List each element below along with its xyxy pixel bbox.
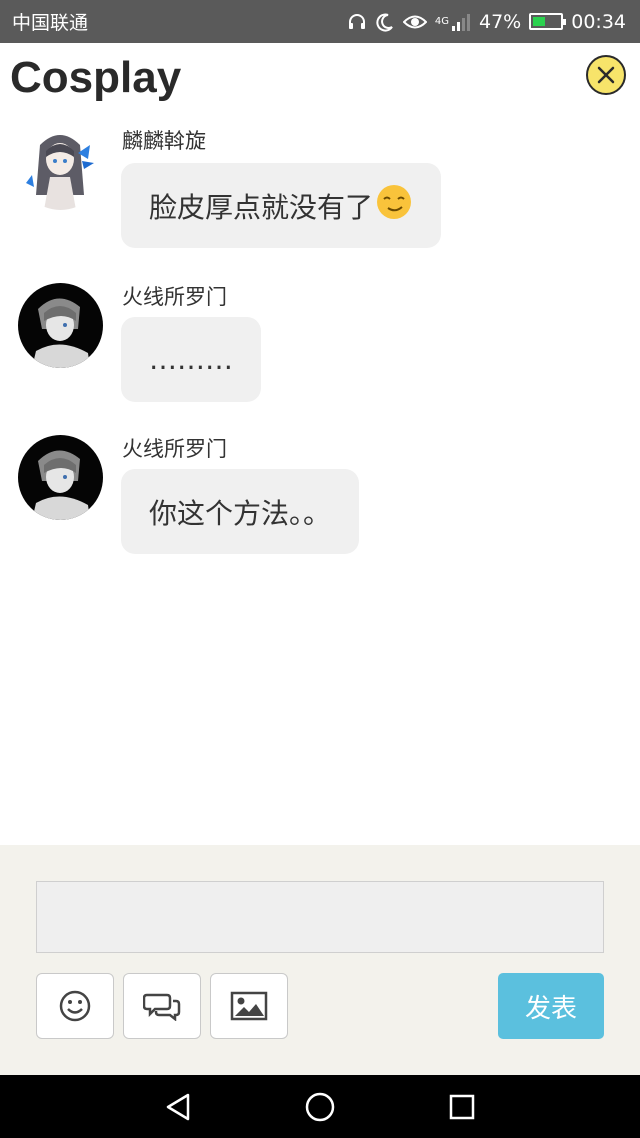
sender-name: 麟麟斡旋 xyxy=(122,129,206,153)
back-button[interactable] xyxy=(162,1091,194,1123)
message-text: ……… xyxy=(149,343,233,376)
message-text: 脸皮厚点就没有了 xyxy=(149,190,374,224)
recents-icon xyxy=(449,1094,475,1120)
header: Cosplay xyxy=(0,43,640,115)
sender-name: 火线所罗门 xyxy=(122,285,227,309)
message-bubble: 脸皮厚点就没有了 xyxy=(121,163,442,248)
battery-percent: 47% xyxy=(479,10,522,33)
headphones-icon xyxy=(347,10,367,34)
back-icon xyxy=(166,1093,190,1121)
smiley-icon xyxy=(59,990,91,1022)
status-bar: 中国联通 4G 47% 00:34 xyxy=(0,0,640,43)
network-type: 4G xyxy=(434,15,449,27)
signal-icon: 4G xyxy=(435,10,471,34)
page-title: Cosplay xyxy=(10,53,182,102)
composer: 发表 xyxy=(0,845,640,1075)
message-bubble: 你这个方法。。 xyxy=(121,469,360,554)
close-button[interactable] xyxy=(586,55,626,95)
home-icon xyxy=(305,1092,335,1122)
smirk-emoji xyxy=(375,183,413,228)
message-item: 火线所罗门 ……… xyxy=(0,267,640,419)
nav-bar xyxy=(0,1075,640,1138)
image-button[interactable] xyxy=(210,973,288,1039)
message-item: 火线所罗门 你这个方法。。 xyxy=(0,419,640,571)
status-icons: 4G 47% 00:34 xyxy=(347,10,626,34)
close-icon xyxy=(597,66,615,84)
chat-button[interactable] xyxy=(123,973,201,1039)
message-input[interactable] xyxy=(36,881,604,953)
send-button[interactable]: 发表 xyxy=(498,973,604,1039)
chat-bubbles-icon xyxy=(143,993,181,1021)
carrier-label: 中国联通 xyxy=(12,12,89,34)
eye-icon xyxy=(402,10,427,34)
image-icon xyxy=(230,991,268,1021)
home-button[interactable] xyxy=(304,1091,336,1123)
message-list: 麟麟斡旋 脸皮厚点就没有了 火线所罗门 ……… 火线所罗门 你这个方法。。 xyxy=(0,115,640,571)
emoji-button[interactable] xyxy=(36,973,114,1039)
message-bubble: ……… xyxy=(121,317,261,402)
battery-icon xyxy=(529,13,567,30)
message-text: 你这个方法。。 xyxy=(149,496,332,530)
moon-icon xyxy=(375,10,395,34)
clock: 00:34 xyxy=(571,10,626,33)
avatar-anime-boy[interactable] xyxy=(18,435,103,520)
sender-name: 火线所罗门 xyxy=(122,437,227,461)
avatar-anime-girl[interactable] xyxy=(18,125,103,210)
message-item: 麟麟斡旋 脸皮厚点就没有了 xyxy=(0,115,640,267)
avatar-anime-boy[interactable] xyxy=(18,283,103,368)
recents-button[interactable] xyxy=(446,1091,478,1123)
